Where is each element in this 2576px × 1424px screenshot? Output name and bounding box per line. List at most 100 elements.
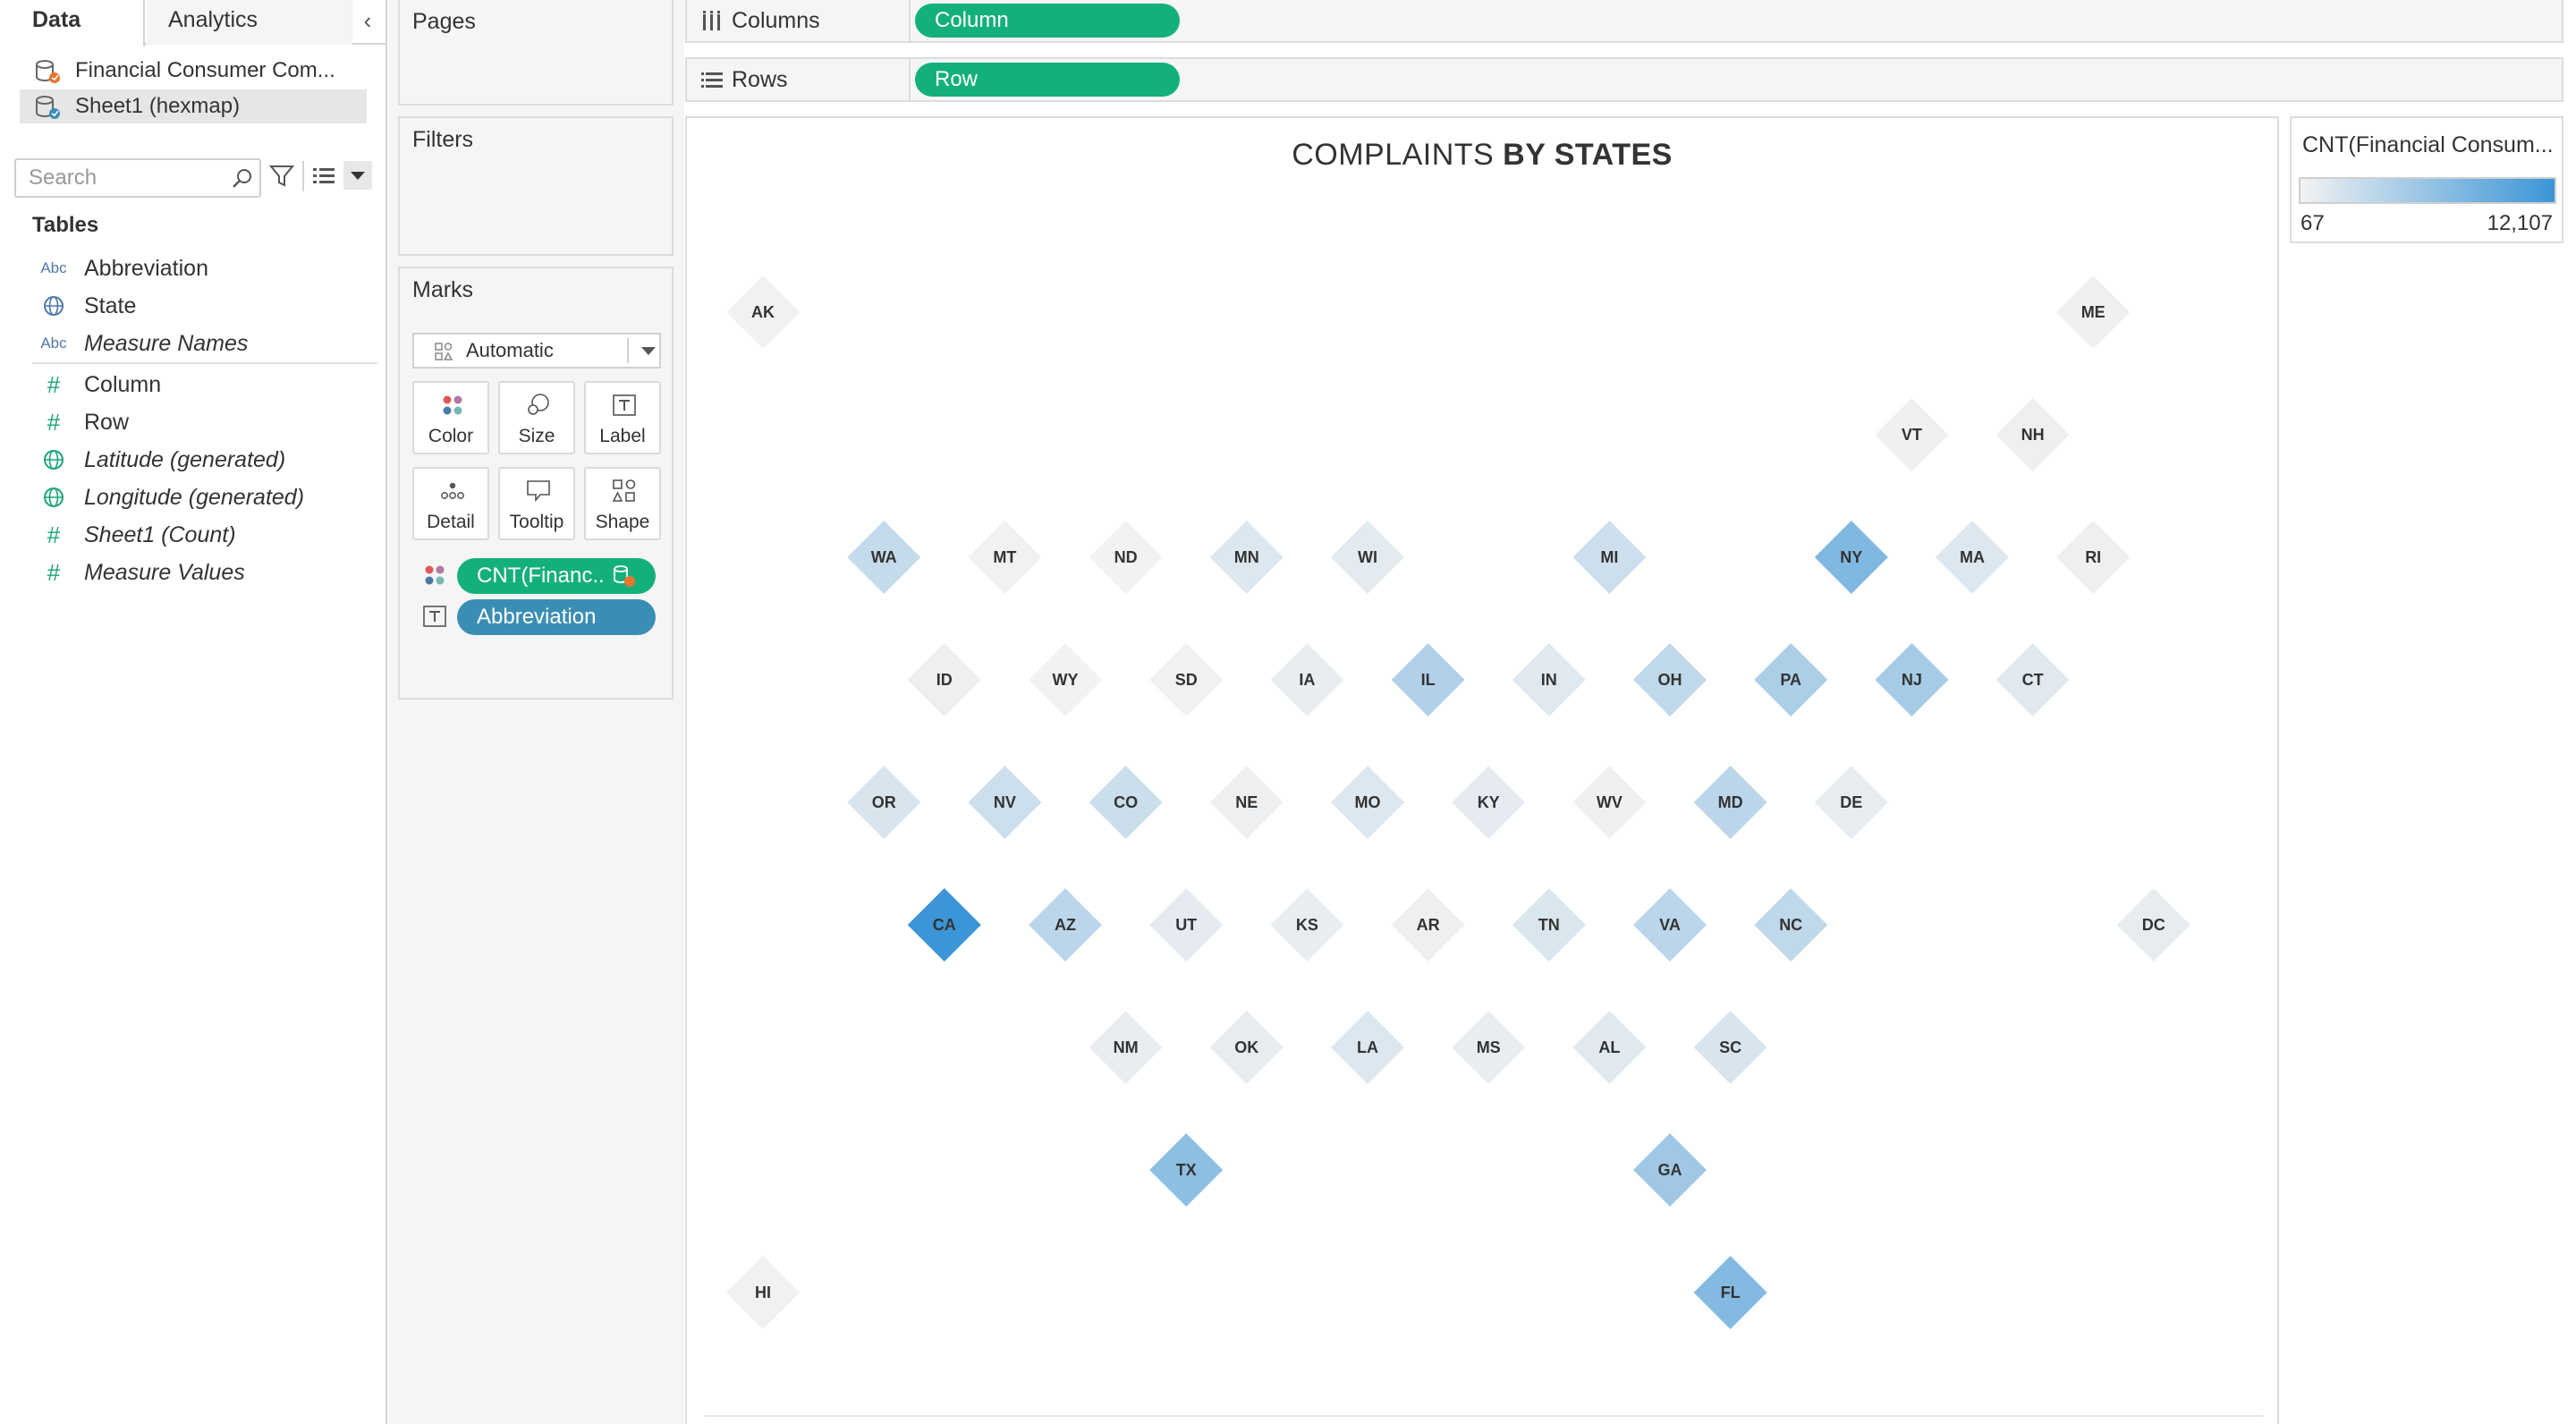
state-tile-nc[interactable]: NC — [1754, 888, 1828, 962]
rows-shelf[interactable]: Rows Row — [685, 57, 2563, 102]
abc-icon: Abc — [40, 259, 67, 276]
list-view-icon[interactable] — [311, 165, 336, 188]
viz-axis-line — [705, 1415, 2263, 1417]
color-field-pill[interactable]: CNT(Financ.. — [457, 558, 656, 594]
state-tile-ut[interactable]: UT — [1149, 888, 1224, 962]
field-column[interactable]: # Column — [32, 367, 372, 403]
state-tile-nd[interactable]: ND — [1089, 521, 1163, 594]
pages-card[interactable]: Pages — [398, 0, 674, 106]
state-label: WI — [1358, 548, 1377, 566]
state-tile-md[interactable]: MD — [1693, 766, 1767, 839]
color-button[interactable]: Color — [412, 381, 489, 454]
search-input[interactable] — [29, 164, 225, 192]
columns-shelf[interactable]: Columns Column — [685, 0, 2563, 43]
detail-button[interactable]: Detail — [412, 467, 489, 540]
state-tile-al[interactable]: AL — [1572, 1011, 1647, 1084]
marks-card-title: Marks — [412, 277, 474, 302]
state-tile-nj[interactable]: NJ — [1875, 643, 1949, 716]
state-tile-ks[interactable]: KS — [1270, 888, 1344, 962]
state-tile-hi[interactable]: HI — [726, 1256, 800, 1329]
search-icon[interactable] — [231, 167, 254, 191]
state-tile-ne[interactable]: NE — [1209, 766, 1284, 839]
state-tile-wi[interactable]: WI — [1331, 521, 1404, 594]
tooltip-button[interactable]: Tooltip — [498, 467, 575, 540]
state-tile-ky[interactable]: KY — [1452, 766, 1526, 839]
datasource-sheet1-hexmap[interactable]: Sheet1 (hexmap) — [20, 89, 367, 123]
field-longitude-generated[interactable]: Longitude (generated) — [32, 479, 372, 515]
state-tile-tx[interactable]: TX — [1149, 1133, 1224, 1207]
state-tile-il[interactable]: IL — [1391, 643, 1465, 716]
state-tile-ok[interactable]: OK — [1209, 1011, 1284, 1084]
state-tile-mn[interactable]: MN — [1209, 521, 1284, 594]
state-tile-ct[interactable]: CT — [1996, 643, 2070, 716]
state-tile-va[interactable]: VA — [1633, 888, 1707, 962]
filter-icon[interactable] — [268, 163, 295, 190]
state-tile-la[interactable]: LA — [1331, 1011, 1404, 1084]
globe-icon — [44, 296, 64, 316]
field-abbreviation[interactable]: Abc Abbreviation — [32, 250, 372, 286]
state-tile-wy[interactable]: WY — [1029, 643, 1102, 716]
state-tile-id[interactable]: ID — [907, 643, 981, 716]
state-tile-tn[interactable]: TN — [1512, 888, 1586, 962]
state-tile-nm[interactable]: NM — [1089, 1011, 1163, 1084]
state-tile-ia[interactable]: IA — [1270, 643, 1344, 716]
state-tile-nv[interactable]: NV — [968, 766, 1042, 839]
field-label: Row — [84, 410, 130, 435]
state-tile-de[interactable]: DE — [1814, 766, 1888, 839]
state-tile-ma[interactable]: MA — [1936, 521, 2009, 594]
row-pill[interactable]: Row — [915, 63, 1180, 97]
label-field-pill[interactable]: Abbreviation — [457, 599, 656, 635]
state-tile-or[interactable]: OR — [847, 766, 921, 839]
field-state[interactable]: State — [32, 288, 372, 324]
state-label: FL — [1721, 1284, 1741, 1301]
state-tile-ri[interactable]: RI — [2056, 521, 2131, 594]
field-measure-values[interactable]: # Measure Values — [32, 555, 372, 590]
chevron-down-icon[interactable] — [641, 347, 656, 355]
datasource-financial[interactable]: Financial Consumer Com... — [20, 54, 367, 88]
state-tile-ar[interactable]: AR — [1391, 888, 1465, 962]
state-tile-wa[interactable]: WA — [847, 521, 921, 594]
state-tile-mo[interactable]: MO — [1331, 766, 1404, 839]
color-legend[interactable]: CNT(Financial Consum... 67 12,107 — [2290, 116, 2563, 243]
state-tile-wv[interactable]: WV — [1572, 766, 1647, 839]
state-tile-ca[interactable]: CA — [907, 888, 981, 962]
legend-color-ramp — [2299, 177, 2556, 204]
tab-data[interactable]: Data — [0, 0, 145, 47]
shape-button[interactable]: Shape — [584, 467, 661, 540]
collapse-pane-icon[interactable]: ‹ — [356, 7, 379, 34]
state-tile-ms[interactable]: MS — [1452, 1011, 1526, 1084]
field-row[interactable]: # Row — [32, 404, 372, 440]
state-tile-pa[interactable]: PA — [1754, 643, 1828, 716]
state-tile-co[interactable]: CO — [1089, 766, 1163, 839]
field-latitude-generated[interactable]: Latitude (generated) — [32, 442, 372, 478]
state-tile-in[interactable]: IN — [1512, 643, 1586, 716]
state-label: WY — [1053, 671, 1079, 689]
state-tile-ga[interactable]: GA — [1633, 1133, 1707, 1207]
field-sheet1-count[interactable]: # Sheet1 (Count) — [32, 517, 372, 553]
state-tile-fl[interactable]: FL — [1693, 1256, 1767, 1329]
state-tile-mt[interactable]: MT — [968, 521, 1042, 594]
filters-card[interactable]: Filters — [398, 116, 674, 256]
state-tile-vt[interactable]: VT — [1875, 398, 1949, 471]
state-tile-dc[interactable]: DC — [2116, 888, 2190, 962]
chevron-down-icon[interactable] — [343, 161, 372, 190]
state-tile-mi[interactable]: MI — [1572, 521, 1647, 594]
state-tile-oh[interactable]: OH — [1633, 643, 1707, 716]
state-label: IN — [1541, 671, 1557, 689]
viz-canvas[interactable]: COMPLAINTS BY STATES AK ME VT NH WA MT ND MN WI M… — [685, 116, 2279, 1424]
state-label: MA — [1960, 548, 1985, 566]
state-tile-sd[interactable]: SD — [1149, 643, 1224, 716]
mark-type-dropdown[interactable]: Automatic — [412, 333, 661, 369]
column-pill[interactable]: Column — [915, 4, 1180, 38]
state-tile-ny[interactable]: NY — [1814, 521, 1888, 594]
size-button[interactable]: Size — [498, 381, 575, 454]
state-tile-ak[interactable]: AK — [726, 275, 800, 349]
tab-analytics[interactable]: Analytics — [147, 0, 352, 45]
field-measure-names[interactable]: Abc Measure Names — [32, 326, 372, 361]
state-label: MI — [1600, 548, 1618, 566]
state-tile-me[interactable]: ME — [2056, 275, 2131, 349]
state-tile-nh[interactable]: NH — [1996, 398, 2070, 471]
state-tile-sc[interactable]: SC — [1693, 1011, 1767, 1084]
state-tile-az[interactable]: AZ — [1029, 888, 1102, 962]
label-button[interactable]: Label — [584, 381, 661, 454]
